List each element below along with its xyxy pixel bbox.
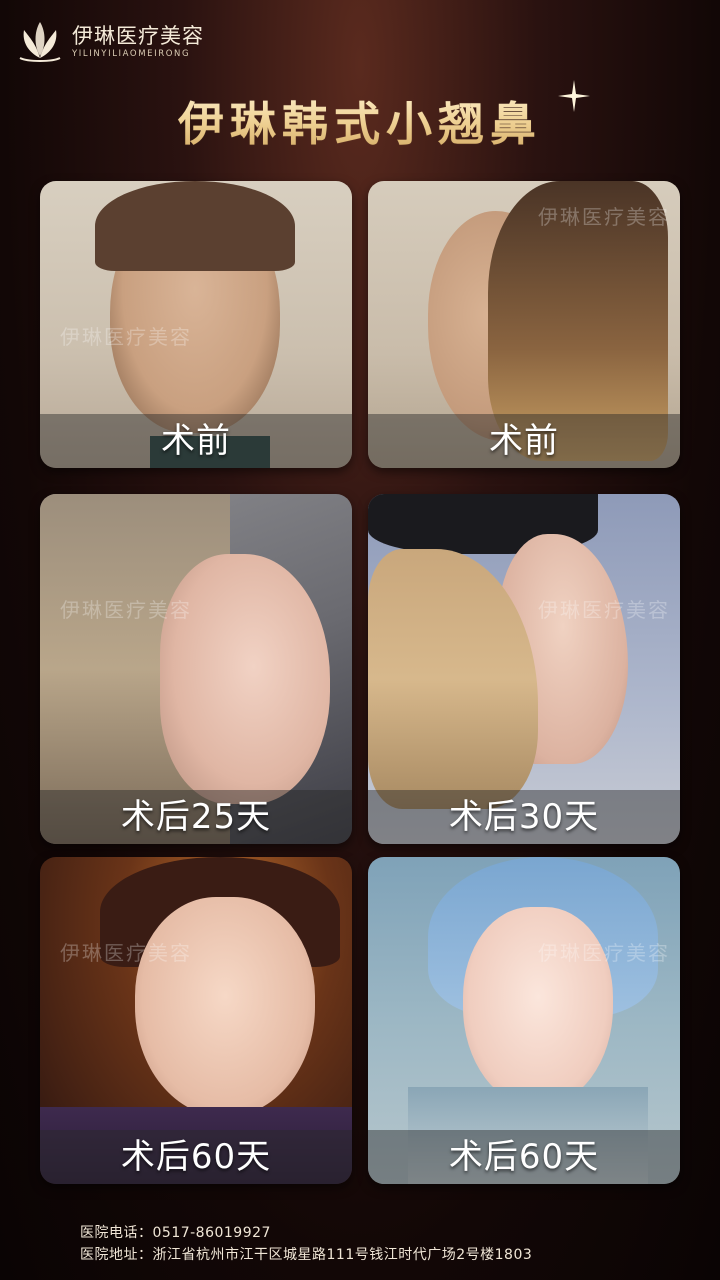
photo-card-after-30: 伊琳医疗美容 术后30天 xyxy=(368,494,680,844)
watermark: 伊琳医疗美容 xyxy=(538,205,670,229)
page-title: 伊琳韩式小翘鼻 xyxy=(0,88,720,154)
photo-card-after-60-b: 伊琳医疗美容 术后60天 xyxy=(368,857,680,1184)
photo-caption: 术后30天 xyxy=(448,797,600,837)
photo-caption: 术后25天 xyxy=(120,797,272,837)
brand-name-en: YILINYILIAOMEIRONG xyxy=(72,48,191,59)
photo-caption: 术前 xyxy=(489,421,559,461)
photo-caption: 术后60天 xyxy=(120,1137,272,1177)
address-line: 医院地址：浙江省杭州市江干区城星路111号钱江时代广场2号楼1803 xyxy=(80,1244,680,1266)
photo-card-before-side: 伊琳医疗美容 术前 xyxy=(368,181,680,468)
phone-number: 0517-86019927 xyxy=(152,1225,271,1241)
address-text: 浙江省杭州市江干区城星路111号钱江时代广场2号楼1803 xyxy=(152,1247,533,1263)
watermark: 伊琳医疗美容 xyxy=(60,325,192,349)
watermark: 伊琳医疗美容 xyxy=(538,941,670,965)
phone-label: 医院电话： xyxy=(80,1225,153,1241)
brand-name: 伊琳医疗美容 xyxy=(72,23,204,48)
photo-card-before-front: 伊琳医疗美容 术前 xyxy=(40,181,352,468)
address-label: 医院地址： xyxy=(80,1247,153,1263)
watermark: 伊琳医疗美容 xyxy=(60,598,192,622)
photo-card-after-25: 伊琳医疗美容 术后25天 xyxy=(40,494,352,844)
phone-line: 医院电话：0517-86019927 xyxy=(80,1222,680,1244)
photo-caption: 术前 xyxy=(161,421,231,461)
lotus-icon xyxy=(19,22,61,62)
watermark: 伊琳医疗美容 xyxy=(60,941,192,965)
sparkle-icon xyxy=(558,80,590,112)
photo-caption: 术后60天 xyxy=(448,1137,600,1177)
photo-card-after-60-a: 伊琳医疗美容 术后60天 xyxy=(40,857,352,1184)
brand-logo: 伊琳医疗美容 YILINYILIAOMEIRONG xyxy=(14,18,204,64)
watermark: 伊琳医疗美容 xyxy=(538,598,670,622)
hospital-info: 医院电话：0517-86019927 医院地址：浙江省杭州市江干区城星路111号… xyxy=(80,1222,680,1266)
